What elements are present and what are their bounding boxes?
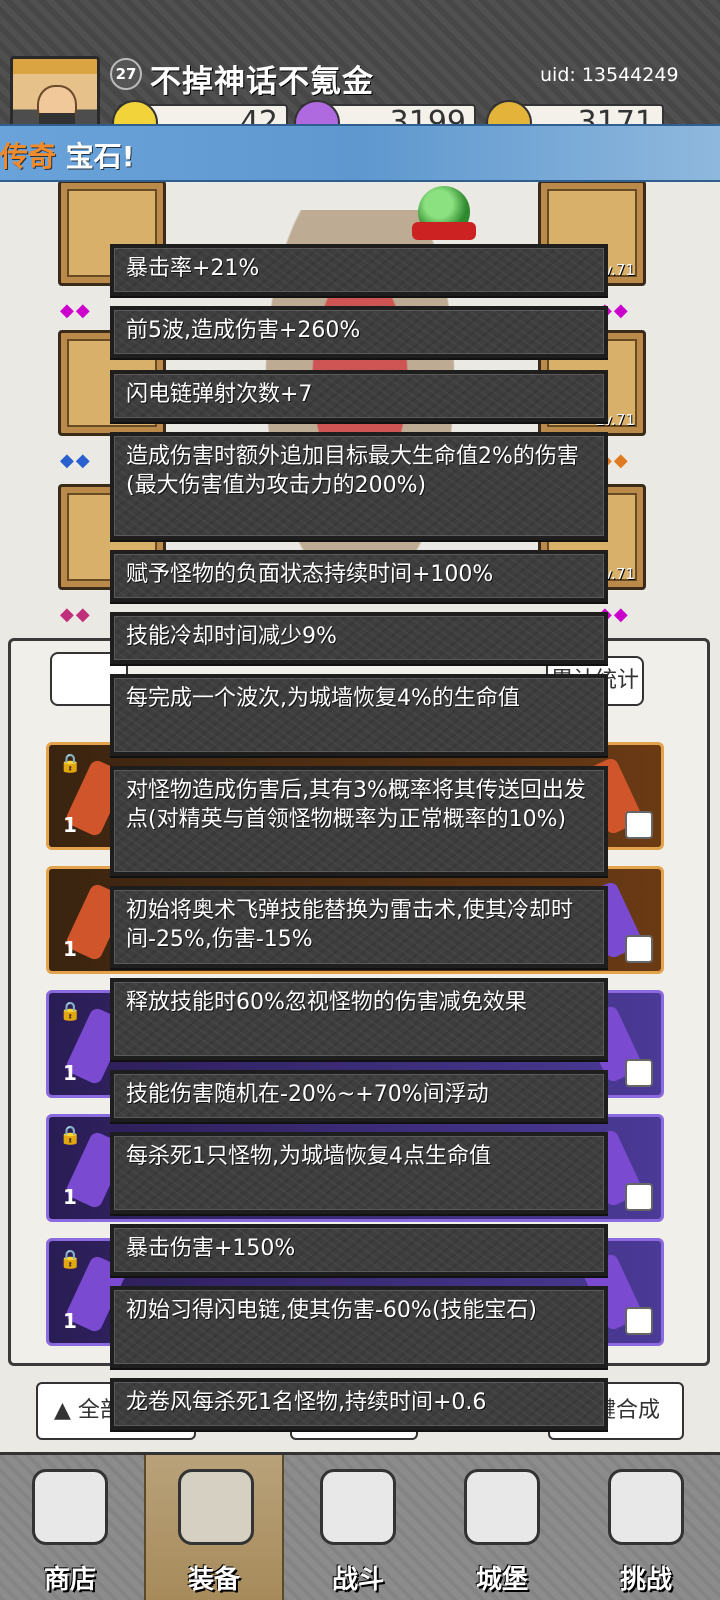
slot-gem-sockets: ◆◆ (60, 604, 92, 625)
up-arrow-icon: ▲ (54, 1398, 71, 1423)
gem-effect-tooltip: 释放技能时60%忽视怪物的伤害减免效果 (110, 978, 608, 1060)
gem-effect-tooltip: 初始习得闪电链,使其伤害-60%(技能宝石) (110, 1286, 608, 1368)
gem-count: 1 (63, 813, 77, 837)
nav-label: 商店 (43, 1565, 96, 1595)
gem-type-icon (625, 1059, 653, 1087)
crossed-swords-icon (320, 1469, 396, 1545)
banner-legend-word: 传奇 (0, 140, 57, 173)
gem-effect-tooltip: 对怪物造成伤害后,其有3%概率将其传送回出发点(对精英与首领怪物概率为正常概率的… (110, 766, 608, 876)
gem-type-icon (625, 935, 653, 963)
gem-effect-tooltip: 造成伤害时额外追加目标最大生命值2%的伤害(最大伤害值为攻击力的200%) (110, 432, 608, 540)
lock-icon[interactable]: 🔒 (59, 1249, 81, 1275)
gift-bow-icon (412, 222, 476, 240)
nav-label: 挑战 (619, 1565, 672, 1595)
castle-icon (464, 1469, 540, 1545)
challenge-shield-icon (608, 1469, 684, 1545)
announcement-banner: 传奇 宝石! (0, 124, 720, 182)
nav-shop[interactable]: 商店 (0, 1455, 140, 1600)
nav-challenge[interactable]: 挑战 (576, 1455, 716, 1600)
gem-effect-tooltip: 龙卷风每杀死1名怪物,持续时间+0.6 (110, 1378, 608, 1430)
slot-gem-sockets: ◆◆ (60, 300, 92, 321)
player-name: 不掉神话不氪金 (150, 64, 374, 100)
gem-effect-tooltip: 赋予怪物的负面状态持续时间+100% (110, 550, 608, 602)
player-level-badge: 27 (110, 58, 142, 90)
slot-gem-sockets: ◆◆ (60, 450, 92, 471)
gem-type-icon (625, 811, 653, 839)
nav-label: 城堡 (475, 1565, 528, 1595)
lock-icon[interactable]: 🔒 (59, 1001, 81, 1027)
nav-battle[interactable]: 战斗 (288, 1455, 428, 1600)
banner-message: 宝石! (56, 140, 135, 173)
nav-equipment[interactable]: 装备 (144, 1455, 284, 1600)
gem-type-icon (625, 1183, 653, 1211)
gem-effect-tooltip: 闪电链弹射次数+7 (110, 370, 608, 422)
bottom-nav: 商店 装备 战斗 城堡 挑战 (0, 1452, 720, 1600)
gem-count: 1 (63, 1185, 77, 1209)
gem-type-icon (625, 1307, 653, 1335)
nav-castle[interactable]: 城堡 (432, 1455, 572, 1600)
nav-label: 战斗 (331, 1565, 384, 1595)
gem-effect-tooltip: 技能伤害随机在-20%~+70%间浮动 (110, 1070, 608, 1122)
lock-icon[interactable]: 🔒 (59, 753, 81, 779)
gem-effect-tooltip: 初始将奥术飞弹技能替换为雷击术,使其冷却时间-25%,伤害-15% (110, 886, 608, 968)
gem-count: 1 (63, 1309, 77, 1333)
shop-icon (32, 1469, 108, 1545)
gem-effect-tooltip: 技能冷却时间减少9% (110, 612, 608, 664)
gem-effect-tooltip: 暴击伤害+150% (110, 1224, 608, 1276)
banner-text: 传奇 宝石! (0, 135, 135, 175)
gem-effect-tooltip: 暴击率+21% (110, 244, 608, 296)
player-uid: uid: 13544249 (540, 64, 679, 86)
gem-count: 1 (63, 1061, 77, 1085)
nav-label: 装备 (187, 1565, 240, 1595)
gem-effect-tooltip: 前5波,造成伤害+260% (110, 306, 608, 358)
gem-effect-tooltip: 每杀死1只怪物,为城墙恢复4点生命值 (110, 1132, 608, 1214)
equipment-bag-icon (178, 1469, 254, 1545)
gem-effect-tooltip: 每完成一个波次,为城墙恢复4%的生命值 (110, 674, 608, 756)
gem-count: 1 (63, 937, 77, 961)
lock-icon[interactable]: 🔒 (59, 1125, 81, 1151)
